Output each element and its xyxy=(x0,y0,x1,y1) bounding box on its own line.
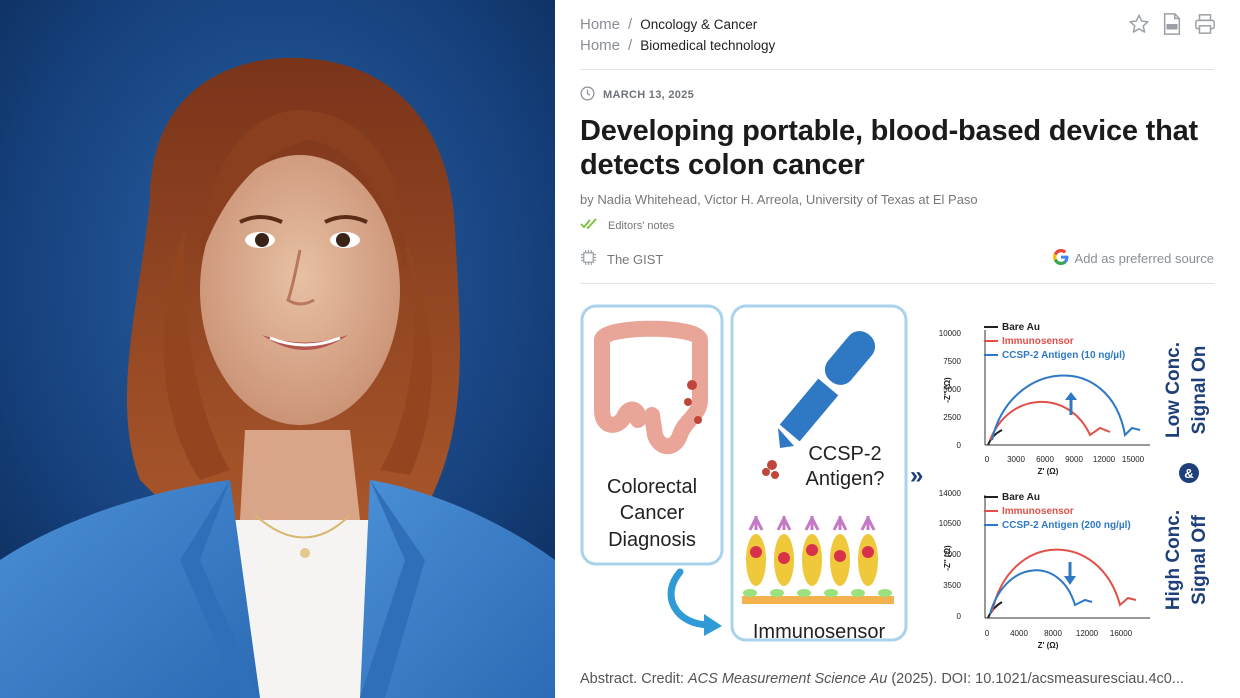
double-check-icon xyxy=(580,218,598,233)
svg-text:0: 0 xyxy=(985,455,990,464)
svg-text:0: 0 xyxy=(985,629,990,638)
pdf-icon[interactable] xyxy=(1162,13,1182,35)
article-figure: Colorectal Cancer Diagnosis CCSP-2 Antig… xyxy=(580,300,1214,650)
ampersand-badge: & xyxy=(1184,466,1193,481)
portrait-illustration xyxy=(0,0,555,698)
breadcrumb-home-link[interactable]: Home xyxy=(580,14,620,35)
breadcrumb-row: Home / Biomedical technology xyxy=(580,35,775,56)
breadcrumb-category-link[interactable]: Oncology & Cancer xyxy=(640,14,757,35)
caption-journal: ACS Measurement Science Au xyxy=(687,671,888,687)
top-eis-plot: 10000 7500 5000 2500 0 0 3000 6000 9000 … xyxy=(939,322,1150,476)
svg-text:CCSP-2 Antigen (200 ng/µl): CCSP-2 Antigen (200 ng/µl) xyxy=(1002,520,1131,531)
portrait-photo xyxy=(0,0,555,698)
print-icon[interactable] xyxy=(1194,13,1216,35)
chip-icon xyxy=(580,249,597,269)
forward-arrows-icon: » xyxy=(910,462,923,489)
panel1-line3: Diagnosis xyxy=(608,529,696,551)
clock-icon xyxy=(580,86,595,104)
antigen-line1: CCSP-2 xyxy=(808,443,881,465)
svg-text:Immunosensor: Immunosensor xyxy=(1002,336,1074,347)
publish-date: MARCH 13, 2025 xyxy=(580,86,694,104)
signal-off-label: Signal Off xyxy=(1189,514,1210,604)
svg-text:3000: 3000 xyxy=(1007,455,1025,464)
svg-text:7500: 7500 xyxy=(943,357,961,366)
svg-text:3500: 3500 xyxy=(943,581,961,590)
bottom-eis-plot: 14000 10500 7000 3500 0 0 4000 8000 1200… xyxy=(939,489,1150,650)
byline: by Nadia Whitehead, Victor H. Arreola, U… xyxy=(580,192,978,207)
signal-on-label: Signal On xyxy=(1189,346,1210,435)
immunosensor-label: Immunosensor xyxy=(753,621,886,643)
google-icon xyxy=(1052,249,1069,268)
svg-text:0: 0 xyxy=(957,441,962,450)
svg-text:Z' (Ω): Z' (Ω) xyxy=(1038,641,1059,650)
gist-toggle[interactable]: The GIST xyxy=(580,249,663,269)
divider xyxy=(580,69,1214,70)
svg-text:Bare Au: Bare Au xyxy=(1002,492,1040,503)
breadcrumb-row: Home / Oncology & Cancer xyxy=(580,14,775,35)
svg-text:9000: 9000 xyxy=(1065,455,1083,464)
svg-text:10000: 10000 xyxy=(939,329,962,338)
svg-text:CCSP-2 Antigen (10 ng/µl): CCSP-2 Antigen (10 ng/µl) xyxy=(1002,350,1125,361)
svg-text:12000: 12000 xyxy=(1093,455,1116,464)
divider xyxy=(580,283,1214,284)
svg-text:10500: 10500 xyxy=(939,519,962,528)
high-conc-label: High Conc. xyxy=(1163,510,1184,610)
star-icon[interactable] xyxy=(1128,13,1150,35)
svg-text:16000: 16000 xyxy=(1110,629,1133,638)
svg-text:4000: 4000 xyxy=(1010,629,1028,638)
date-text: MARCH 13, 2025 xyxy=(603,89,695,101)
article-toolbar xyxy=(1128,13,1216,35)
low-conc-label: Low Conc. xyxy=(1163,342,1184,438)
svg-text:Immunosensor: Immunosensor xyxy=(1002,506,1074,517)
breadcrumb-category-link[interactable]: Biomedical technology xyxy=(640,35,775,56)
svg-text:2500: 2500 xyxy=(943,413,961,422)
figure-caption: Abstract. Credit: ACS Measurement Scienc… xyxy=(580,671,1220,687)
svg-text:Z' (Ω): Z' (Ω) xyxy=(1038,467,1059,476)
gist-label: The GIST xyxy=(607,251,664,267)
article-title: Developing portable, blood-based device … xyxy=(580,115,1199,181)
svg-text:-Z'' (Ω): -Z'' (Ω) xyxy=(943,545,952,571)
editors-notes-label: Editors' notes xyxy=(608,219,675,232)
figure-graphic: Colorectal Cancer Diagnosis CCSP-2 Antig… xyxy=(580,304,1210,650)
breadcrumb-separator: / xyxy=(628,37,633,54)
preferred-source-label: Add as preferred source xyxy=(1074,251,1214,266)
svg-text:-Z'' (Ω): -Z'' (Ω) xyxy=(943,377,952,403)
breadcrumb-home-link[interactable]: Home xyxy=(580,35,620,56)
svg-text:8000: 8000 xyxy=(1044,629,1062,638)
panel1-line2: Cancer xyxy=(620,502,685,524)
caption-prefix: Abstract. Credit: xyxy=(580,671,688,687)
svg-text:14000: 14000 xyxy=(939,489,962,498)
svg-text:6000: 6000 xyxy=(1036,455,1054,464)
panel1-line1: Colorectal xyxy=(607,476,697,498)
preferred-source-button[interactable]: Add as preferred source xyxy=(1052,249,1214,268)
svg-text:0: 0 xyxy=(957,612,962,621)
svg-text:12000: 12000 xyxy=(1076,629,1099,638)
breadcrumb-separator: / xyxy=(628,16,633,33)
editors-notes[interactable]: Editors' notes xyxy=(580,218,674,233)
svg-text:Bare Au: Bare Au xyxy=(1002,322,1040,333)
article-panel: Home / Oncology & Cancer Home / Biomedic… xyxy=(555,0,1240,698)
antigen-line2: Antigen? xyxy=(806,468,885,490)
svg-text:15000: 15000 xyxy=(1122,455,1145,464)
breadcrumb: Home / Oncology & Cancer Home / Biomedic… xyxy=(580,14,775,56)
caption-suffix: (2025). DOI: 10.1021/acsmeasuresciau.4c0… xyxy=(887,671,1184,687)
